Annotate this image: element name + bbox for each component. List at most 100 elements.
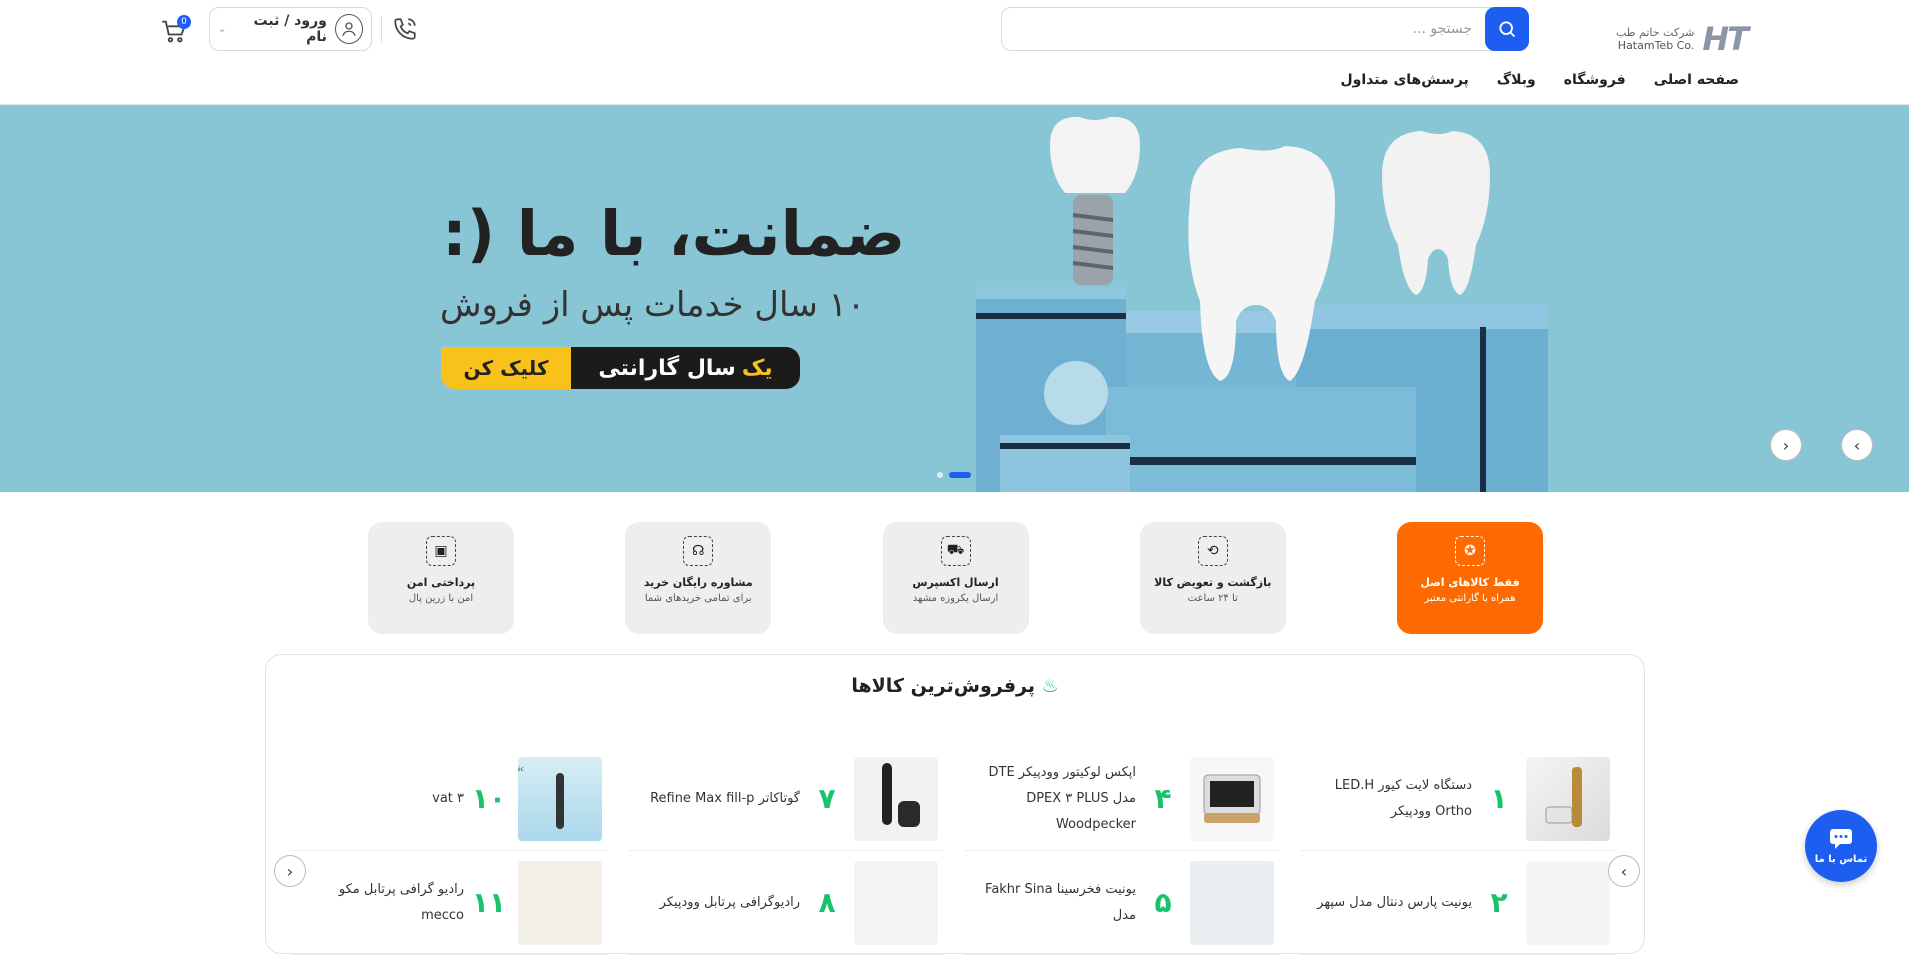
product-item[interactable]: ۷ گوتاکاتر Refine Max fill-p bbox=[628, 747, 944, 851]
feature-card-payment: ▣ پرداختی امن امن با زرین پال bbox=[368, 522, 514, 634]
cart-badge: 0 bbox=[177, 15, 191, 29]
hero-cta-year: سال گارانتی bbox=[598, 355, 736, 381]
feature-sub: ارسال یکروزه مشهد bbox=[912, 593, 999, 604]
feature-sub: امن با زرین پال bbox=[408, 593, 474, 604]
feature-title: پرداختی امن bbox=[406, 576, 476, 589]
product-rank: ۲ bbox=[1490, 886, 1508, 919]
bestsellers-title: ♨ پرفروش‌ترین کالاها bbox=[266, 675, 1644, 697]
product-rank: ۴ bbox=[1154, 782, 1172, 815]
product-item[interactable]: ۲ یونیت پارس دنتال مدل سپهر bbox=[1300, 851, 1616, 955]
header-divider bbox=[381, 16, 382, 42]
wallet-icon: ▣ bbox=[426, 536, 456, 566]
product-image bbox=[1526, 860, 1610, 945]
slider-prev-button[interactable]: ‹ bbox=[1770, 429, 1802, 461]
user-icon bbox=[334, 14, 363, 44]
feature-card-consult: ☊ مشاوره رایگان خرید برای تمامی خریدهای … bbox=[625, 522, 772, 634]
return-icon: ⟲ bbox=[1197, 536, 1228, 566]
login-button[interactable]: ورود / ثبت نام ⌄ bbox=[209, 7, 372, 51]
chevron-left-icon: ‹ bbox=[286, 861, 294, 881]
product-image bbox=[518, 860, 602, 945]
search-button[interactable] bbox=[1485, 7, 1529, 51]
logo-mark: HT bbox=[1702, 20, 1749, 58]
phone-icon[interactable] bbox=[392, 16, 418, 42]
hero-cta-one: یک bbox=[741, 355, 773, 381]
search-input[interactable] bbox=[1032, 18, 1472, 40]
contact-label: تماس با ما bbox=[1814, 853, 1868, 865]
feature-sub: تا ۲۴ ساعت bbox=[1187, 593, 1238, 604]
feature-title: بازگشت و تعویض کالا bbox=[1154, 576, 1272, 589]
product-name: دستگاه لایت کیور LED.H Ortho وودپیکر bbox=[1334, 777, 1472, 819]
logo-en: HatamTeb Co. bbox=[1617, 39, 1695, 52]
login-label: ورود / ثبت نام bbox=[253, 13, 327, 45]
product-rank: ۱۰ bbox=[471, 782, 506, 815]
slider-next-button[interactable]: › bbox=[1841, 429, 1873, 461]
product-item[interactable]: ۴ اپکس لوکیتور وودپیکر DTE مدل DPEX ۳ PL… bbox=[964, 747, 1280, 851]
feature-card-return: ⟲ بازگشت و تعویض کالا تا ۲۴ ساعت bbox=[1139, 522, 1286, 634]
site-header: شرکت حاتم طب HatamTeb Co. HT ورود / ثبت … bbox=[0, 0, 1909, 105]
product-item[interactable]: Ultrasonic ۱۰ vat ۳ bbox=[292, 747, 608, 851]
hero-illustration bbox=[976, 116, 1548, 492]
search-icon bbox=[1499, 21, 1516, 38]
product-name: یونیت پارس دنتال مدل سپهر bbox=[1317, 894, 1472, 910]
chevron-right-icon: › bbox=[1853, 435, 1861, 455]
product-image bbox=[854, 860, 938, 945]
product-item[interactable]: ۱۱ رادیو گرافی پرتابل مکو mecco bbox=[292, 851, 608, 955]
product-image bbox=[1190, 756, 1274, 841]
feature-card-original: ✪ فقط کالاهای اصل همراه با گارانتی معتبر bbox=[1397, 522, 1543, 634]
product-image bbox=[854, 756, 938, 841]
product-name: اپکس لوکیتور وودپیکر DTE مدل DPEX ۳ PLUS… bbox=[988, 764, 1137, 832]
logo-text: شرکت حاتم طب HatamTeb Co. bbox=[1616, 26, 1694, 52]
feature-title: فقط کالاهای اصل bbox=[1420, 576, 1520, 589]
logo[interactable]: شرکت حاتم طب HatamTeb Co. HT bbox=[1587, 18, 1749, 60]
bestsellers-title-text: پرفروش‌ترین کالاها bbox=[851, 675, 1035, 697]
logo-fa: شرکت حاتم طب bbox=[1615, 26, 1695, 39]
product-rank: ۱ bbox=[1490, 782, 1508, 815]
chevron-down-icon: ⌄ bbox=[218, 23, 227, 35]
bestsellers-grid: ۱ دستگاه لایت کیور LED.H Ortho وودپیکر ۴… bbox=[292, 747, 1616, 955]
svg-text:Ultrasonic: Ultrasonic bbox=[518, 766, 524, 773]
hero-subheadline: ۱۰ سال خدمات پس از فروش bbox=[440, 285, 866, 325]
product-rank: ۵ bbox=[1154, 886, 1172, 919]
car-icon: ⛟ bbox=[940, 536, 971, 566]
chat-icon bbox=[1830, 828, 1852, 849]
product-name: یونیت فخرسینا Fakhr Sina مدل bbox=[985, 881, 1136, 923]
products-prev-button[interactable]: ‹ bbox=[274, 855, 306, 887]
hero-headline: ضمانت، با ما (: bbox=[442, 197, 906, 270]
product-item[interactable]: ۱ دستگاه لایت کیور LED.H Ortho وودپیکر bbox=[1300, 747, 1616, 851]
features-row: ✪ فقط کالاهای اصل همراه با گارانتی معتبر… bbox=[368, 522, 1543, 634]
product-rank: ۷ bbox=[818, 782, 836, 815]
hero-cta-click: کلیک کن bbox=[441, 347, 571, 389]
slider-dot[interactable] bbox=[937, 472, 943, 478]
product-item[interactable]: ۵ یونیت فخرسینا Fakhr Sina مدل bbox=[964, 851, 1280, 955]
feature-sub: همراه با گارانتی معتبر bbox=[1424, 593, 1516, 604]
slider-dots bbox=[937, 472, 971, 478]
product-rank: ۱۱ bbox=[471, 886, 506, 919]
feature-sub: برای تمامی خریدهای شما bbox=[644, 593, 752, 604]
badge-icon: ✪ bbox=[1455, 536, 1485, 566]
contact-us-button[interactable]: تماس با ما bbox=[1805, 810, 1877, 882]
feature-title: ارسال اکسپرس bbox=[912, 576, 999, 589]
product-item[interactable]: ۸ رادیوگرافی پرتابل وودپیکر bbox=[628, 851, 944, 955]
chevron-left-icon: ‹ bbox=[1782, 435, 1790, 455]
search-bar bbox=[1001, 7, 1529, 51]
nav-faq[interactable]: پرسش‌های متداول bbox=[1340, 72, 1468, 88]
slider-dot-active[interactable] bbox=[949, 472, 971, 478]
nav-shop[interactable]: فروشگاه bbox=[1564, 72, 1626, 88]
hero-cta-warranty: یک سال گارانتی bbox=[571, 347, 800, 389]
product-name: رادیو گرافی پرتابل مکو mecco bbox=[338, 881, 464, 923]
feature-title: مشاوره رایگان خرید bbox=[643, 576, 753, 589]
hero-cta-button[interactable]: کلیک کن یک سال گارانتی bbox=[441, 347, 800, 389]
products-next-button[interactable]: › bbox=[1608, 855, 1640, 887]
nav-blog[interactable]: وبلاگ bbox=[1497, 72, 1536, 88]
product-image bbox=[1526, 756, 1610, 841]
nav-home[interactable]: صفحه اصلی bbox=[1654, 72, 1739, 88]
main-nav: صفحه اصلی فروشگاه وبلاگ پرسش‌های متداول bbox=[1340, 72, 1739, 88]
product-rank: ۸ bbox=[818, 886, 836, 919]
product-image: Ultrasonic bbox=[494, 756, 602, 841]
bestsellers-section: ♨ پرفروش‌ترین کالاها ۱ دستگاه لایت کیور … bbox=[265, 654, 1645, 955]
product-image bbox=[1190, 860, 1274, 945]
flame-icon: ♨ bbox=[1041, 675, 1059, 697]
product-name: vat ۳ bbox=[432, 790, 464, 806]
hero-slider[interactable]: ضمانت، با ما (: ۱۰ سال خدمات پس از فروش … bbox=[0, 105, 1909, 492]
feature-card-express: ⛟ ارسال اکسپرس ارسال یکروزه مشهد bbox=[882, 522, 1029, 634]
